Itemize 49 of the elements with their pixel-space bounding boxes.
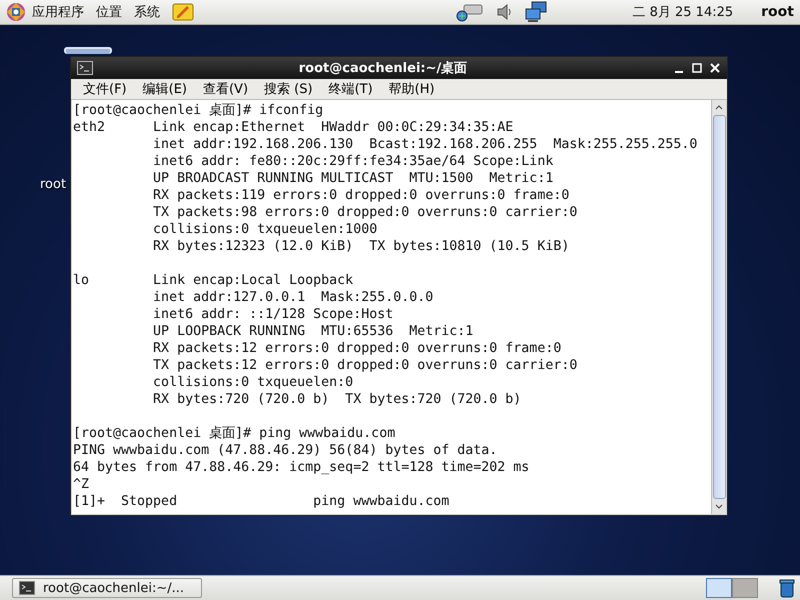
terminal-line: 64 bytes from 47.88.46.29: icmp_seq=2 ttl=128 time=202 ms (73, 459, 530, 476)
terminal-line: lo Link encap:Local Loopback (73, 272, 354, 289)
menu-item[interactable]: 文件(F) (75, 80, 135, 98)
scrollbar-thumb[interactable] (712, 115, 726, 499)
terminal-line: eth2 Link encap:Ethernet HWaddr 00:0C:29:34:35:AE (73, 119, 514, 136)
terminal-line: [root@caochenlei 桌面]# ping wwwbaidu.com (73, 425, 396, 442)
user-name[interactable]: root (761, 4, 794, 20)
terminal-line: PING wwwbaidu.com (47.88.46.29) 56(84) bytes of data. (73, 442, 498, 459)
terminal-line: collisions:0 txqueuelen:0 (152, 374, 354, 391)
panel-menu[interactable]: 系统 (134, 3, 160, 21)
trash-icon[interactable] (778, 578, 796, 598)
terminal-icon (19, 581, 35, 595)
network-computers-icon[interactable] (524, 1, 548, 23)
terminal-line: TX packets:98 errors:0 dropped:0 overruns:0 carrier:0 (152, 204, 578, 221)
terminal-line: UP BROADCAST RUNNING MULTICAST MTU:1500 Metric:1 (152, 170, 554, 187)
workspace-switcher-cell[interactable] (732, 578, 758, 598)
terminal-line: [1]+ Stopped ping wwwbaidu.com (73, 493, 450, 510)
menu-item[interactable]: 查看(V) (194, 80, 256, 98)
taskbar-button[interactable]: root@caochenlei:~/... (12, 578, 202, 598)
terminal-icon (77, 61, 93, 75)
panel-menu[interactable]: 位置 (96, 3, 122, 21)
distro-logo-icon[interactable] (6, 2, 26, 22)
window-title: root@caochenlei:~/桌面 (298, 60, 468, 77)
terminal-line: inet6 addr: ::1/128 Scope:Host (152, 306, 394, 323)
menu-item[interactable]: 搜索 (S) (256, 80, 321, 98)
menu-item[interactable]: 编辑(E) (134, 80, 195, 98)
terminal-line: collisions:0 txqueuelen:1000 (152, 221, 378, 238)
menu-item[interactable]: 帮助(H) (380, 80, 443, 98)
clock[interactable]: 二 8月 25 14:25 (632, 3, 734, 21)
terminal-line: inet addr:127.0.0.1 Mask:255.0.0.0 (152, 289, 434, 306)
network-keyboard-icon[interactable] (454, 2, 484, 22)
menu-item[interactable]: 终端(T) (320, 80, 381, 98)
terminal-line: RX packets:119 errors:0 dropped:0 overruns:0 frame:0 (152, 187, 570, 204)
terminal-line: RX packets:12 errors:0 dropped:0 overruns:0 frame:0 (152, 340, 562, 357)
desktop-icon-label[interactable]: root (40, 177, 66, 192)
terminal-line: RX bytes:720 (720.0 b) TX bytes:720 (720.0 b) (152, 391, 522, 408)
maximize-icon[interactable] (691, 62, 703, 74)
workspace-switcher-cell[interactable] (706, 578, 732, 598)
terminal-line: inet addr:192.168.206.130 Bcast:192.168.206.255 Mask:255.255.255.0 (152, 136, 698, 153)
terminal-line: ^Z (73, 476, 90, 493)
close-icon[interactable] (709, 62, 721, 74)
notepad-icon[interactable] (172, 2, 194, 22)
terminal-line: inet6 addr: fe80::20c:29ff:fe34:35ae/64 Scope:Link (152, 153, 554, 170)
panel-menu[interactable]: 应用程序 (32, 3, 84, 21)
terminal-line: TX packets:12 errors:0 dropped:0 overruns:0 carrier:0 (152, 357, 578, 374)
terminal-line: RX bytes:12323 (12.0 KiB) TX bytes:10810 (10.5 KiB) (152, 238, 570, 255)
terminal-line: [root@caochenlei 桌面]# ifconfig (73, 102, 324, 119)
speaker-icon[interactable] (496, 2, 512, 22)
terminal-line: UP LOOPBACK RUNNING MTU:65536 Metric:1 (152, 323, 474, 340)
